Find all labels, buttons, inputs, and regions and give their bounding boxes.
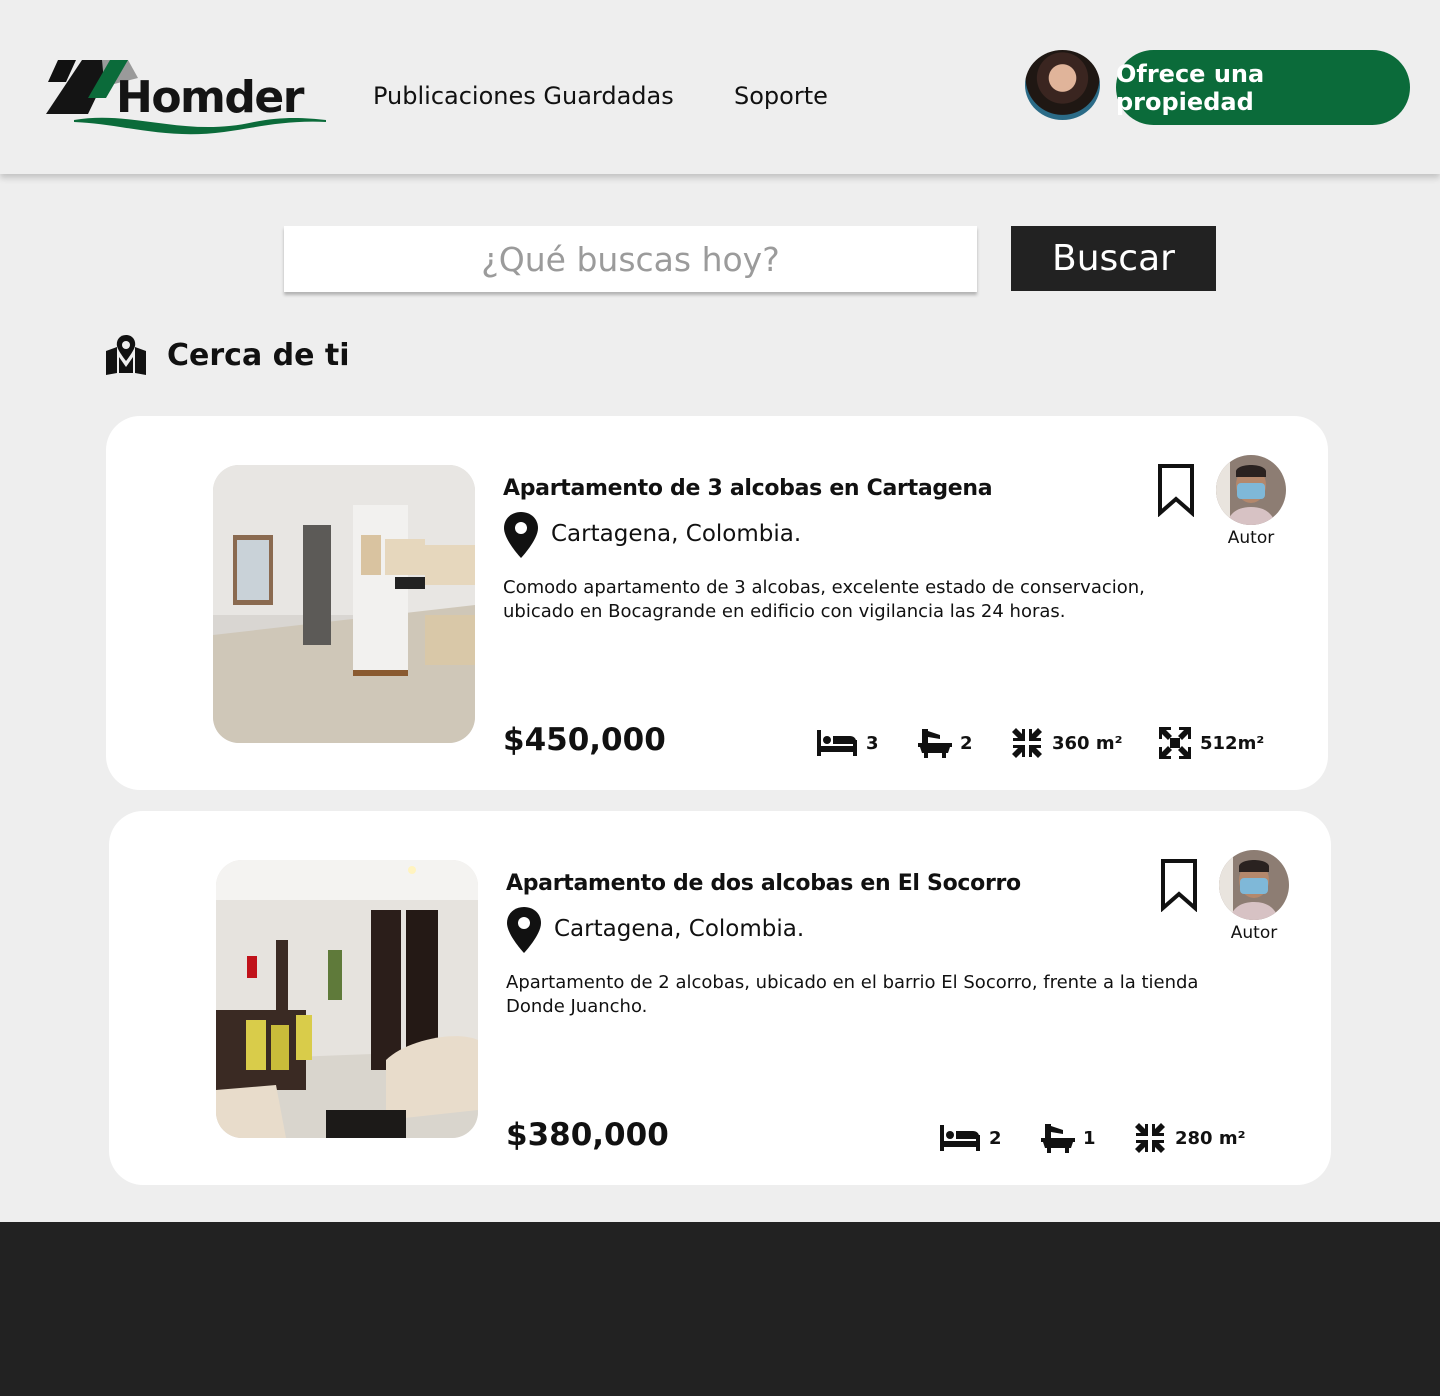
- compress-icon: [1012, 728, 1042, 758]
- author-label: Autor: [1227, 528, 1275, 548]
- bathtub-icon: [1041, 1124, 1075, 1153]
- author-avatar[interactable]: [1219, 850, 1289, 920]
- bathrooms-feature: 2: [918, 725, 973, 761]
- listing-description: Comodo apartamento de 3 alcobas, excelen…: [503, 577, 1145, 622]
- listing-photo[interactable]: [216, 860, 478, 1138]
- built-area-feature: 360 m²: [1010, 725, 1122, 761]
- listing-price: $380,000: [506, 1117, 669, 1153]
- listing-location: Cartagena, Colombia.: [551, 521, 802, 547]
- lot-area-feature: 512m²: [1158, 725, 1264, 761]
- author-avatar[interactable]: [1216, 455, 1286, 525]
- bedrooms-feature: 2: [939, 1120, 1002, 1156]
- listing-card[interactable]: Apartamento de 3 alcobas en Cartagena Ca…: [106, 416, 1328, 790]
- built-area-feature: 280 m²: [1133, 1120, 1245, 1156]
- bedrooms-feature: 3: [816, 725, 879, 761]
- listing-price: $450,000: [503, 722, 666, 758]
- nav-support[interactable]: Soporte: [734, 82, 828, 110]
- listing-card[interactable]: Apartamento de dos alcobas en El Socorro…: [109, 811, 1331, 1185]
- listing-description: Apartamento de 2 alcobas, ubicado en el …: [506, 972, 1199, 1017]
- footer: [0, 1222, 1440, 1396]
- location-pin-icon: [507, 907, 541, 953]
- built-area-value: 280 m²: [1175, 1127, 1246, 1149]
- nav-saved-posts[interactable]: Publicaciones Guardadas: [373, 82, 674, 110]
- bathrooms-count: 2: [960, 732, 973, 754]
- search-input[interactable]: [284, 226, 977, 292]
- bed-icon: [817, 730, 857, 756]
- bathrooms-feature: 1: [1041, 1120, 1096, 1156]
- bed-icon: [940, 1125, 980, 1151]
- section-title: Cerca de ti: [167, 338, 350, 373]
- bedrooms-count: 2: [989, 1127, 1002, 1149]
- search-button[interactable]: Buscar: [1011, 226, 1216, 291]
- author-label: Autor: [1230, 923, 1278, 943]
- built-area-value: 360 m²: [1052, 732, 1123, 754]
- logo-text: Homder: [116, 72, 304, 123]
- bathtub-icon: [918, 729, 952, 758]
- listing-title[interactable]: Apartamento de 3 alcobas en Cartagena: [503, 476, 993, 501]
- bedrooms-count: 3: [866, 732, 879, 754]
- offer-property-button[interactable]: Ofrece una propiedad: [1116, 50, 1410, 125]
- bookmark-icon[interactable]: [1159, 858, 1199, 912]
- map-pin-icon: [106, 335, 146, 375]
- lot-area-value: 512m²: [1200, 732, 1265, 754]
- bookmark-icon[interactable]: [1156, 463, 1196, 517]
- user-avatar[interactable]: [1025, 50, 1100, 120]
- expand-icon: [1159, 727, 1191, 759]
- location-pin-icon: [504, 512, 538, 558]
- bathrooms-count: 1: [1083, 1127, 1096, 1149]
- compress-icon: [1135, 1123, 1165, 1153]
- listing-location: Cartagena, Colombia.: [554, 916, 805, 942]
- homder-logo[interactable]: Homder: [44, 54, 328, 138]
- listing-title[interactable]: Apartamento de dos alcobas en El Socorro: [506, 871, 1021, 896]
- listing-photo[interactable]: [213, 465, 475, 743]
- top-header: Homder Publicaciones Guardadas Soporte O…: [0, 0, 1440, 174]
